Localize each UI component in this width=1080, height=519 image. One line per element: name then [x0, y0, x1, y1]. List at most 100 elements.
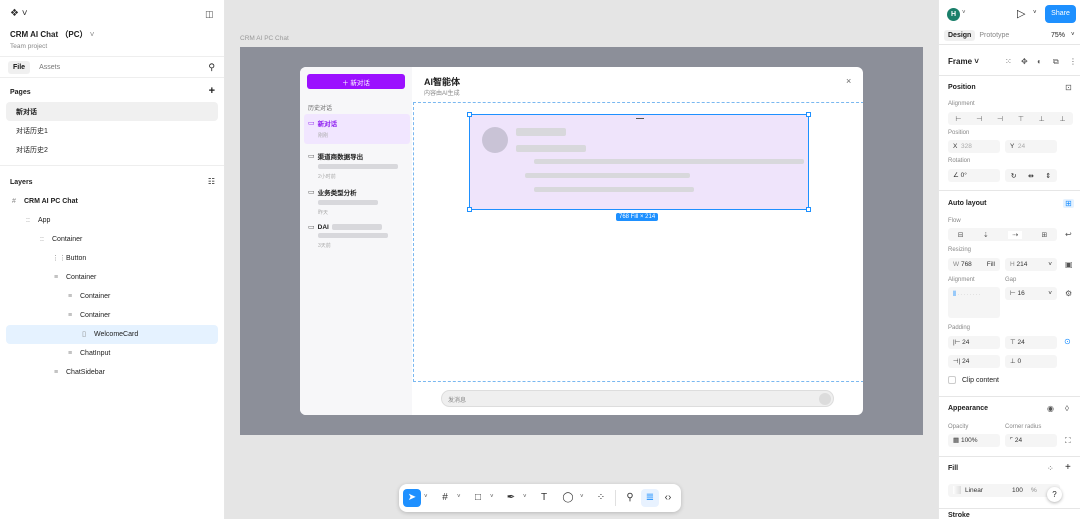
- help-button[interactable]: ?: [1047, 487, 1062, 502]
- resize-handle[interactable]: [467, 207, 472, 212]
- conversation-item[interactable]: ▭ 新对话 刚刚: [304, 114, 410, 144]
- app-frame[interactable]: ＋ 新对话 历史对话 ▭ 新对话 刚刚 ▭ 渠道商数据导出 2小时前 ▭ 业务类型分析…: [240, 47, 923, 435]
- align-left-icon[interactable]: ⊢: [955, 115, 961, 123]
- layers-options-icon[interactable]: ☷: [208, 177, 215, 186]
- rotate-icon[interactable]: ↻: [1011, 172, 1017, 180]
- pen-icon[interactable]: ✒: [502, 489, 520, 507]
- sidebar-toggle-icon[interactable]: ◫: [205, 9, 214, 20]
- tab-file[interactable]: File: [8, 60, 31, 74]
- more-icon[interactable]: ⋮: [1069, 57, 1077, 66]
- alignment-controls[interactable]: ⊢ ⊣ ⊣ ⊤ ⊥ ⊥: [948, 112, 1073, 125]
- checkbox-icon[interactable]: [948, 376, 956, 384]
- file-title[interactable]: CRM AI Chat （PC） ˅: [10, 29, 214, 40]
- padding-left-field[interactable]: |⊢ 24: [948, 336, 1000, 349]
- flip-vertical-icon[interactable]: ⇕: [1045, 172, 1051, 180]
- move-icon[interactable]: ➤: [403, 489, 421, 507]
- chevron-down-icon[interactable]: ˅: [962, 10, 966, 16]
- padding-right-field[interactable]: ⊣| 24: [948, 355, 1000, 368]
- layer-item[interactable]: ≡ Container: [6, 268, 218, 287]
- present-icon[interactable]: ▷: [1017, 7, 1025, 20]
- blend-mode-icon[interactable]: ◊: [1065, 404, 1069, 413]
- actions-icon[interactable]: ⁘: [592, 489, 610, 507]
- flow-controls[interactable]: ⊟ ⇣ ⇢ ⊞: [948, 228, 1057, 241]
- chevron-down-icon[interactable]: ˅: [1071, 32, 1075, 38]
- chevron-down-icon[interactable]: ˅: [490, 494, 494, 500]
- design-icon[interactable]: ≣: [641, 489, 659, 507]
- chevron-down-icon[interactable]: ˅: [580, 494, 584, 500]
- figma-menu-icon[interactable]: ❖ ˅: [10, 8, 214, 19]
- auto-layout-icon[interactable]: ⊞: [1063, 199, 1074, 208]
- fill-swatch[interactable]: [953, 486, 961, 495]
- chevron-down-icon[interactable]: ˅: [424, 494, 428, 500]
- wrap-icon[interactable]: ↩: [1065, 230, 1072, 239]
- resize-handle[interactable]: [806, 207, 811, 212]
- zoom-level[interactable]: 75%: [1051, 32, 1065, 39]
- welcome-card[interactable]: [467, 112, 811, 212]
- flow-vertical-icon[interactable]: ⇣: [983, 231, 989, 239]
- add-page-icon[interactable]: +: [209, 85, 215, 97]
- conversation-item[interactable]: ▭ DAI 3天前: [304, 219, 410, 249]
- styles-icon[interactable]: ⁘: [1047, 464, 1054, 473]
- user-avatar[interactable]: H: [947, 8, 960, 21]
- align-bottom-icon[interactable]: ⊥: [1060, 115, 1066, 123]
- flip-horizontal-icon[interactable]: ⇹: [1028, 172, 1034, 180]
- component-icon[interactable]: ✥: [1021, 57, 1028, 66]
- resize-handle[interactable]: [806, 112, 811, 117]
- boolean-icon[interactable]: ⧉: [1053, 57, 1059, 67]
- alignment-grid[interactable]: ⫴ · · · · · · · ·: [948, 287, 1000, 318]
- frame-icon[interactable]: #: [436, 489, 454, 507]
- chevron-down-icon[interactable]: ˅: [457, 494, 461, 500]
- code-icon[interactable]: ‹›: [659, 489, 677, 507]
- grid-icon[interactable]: ⁙: [1005, 57, 1012, 66]
- tab-design[interactable]: Design: [944, 30, 976, 41]
- opacity-field[interactable]: ▦ 100%: [948, 434, 1000, 447]
- layer-item-selected[interactable]: ▯ WelcomeCard: [6, 325, 218, 344]
- frame-label[interactable]: CRM AI PC Chat: [240, 35, 289, 42]
- corner-radius-field[interactable]: ⌜ 24: [1005, 434, 1057, 447]
- share-button[interactable]: Share: [1045, 5, 1076, 23]
- search-icon[interactable]: ⚲: [208, 62, 215, 73]
- tab-prototype[interactable]: Prototype: [975, 30, 1013, 41]
- flow-freeform-icon[interactable]: ⊟: [958, 231, 964, 239]
- layer-item[interactable]: ⋮⋮ Button: [6, 249, 218, 268]
- text-icon[interactable]: T: [535, 489, 553, 507]
- clip-content-checkbox[interactable]: Clip content: [948, 376, 999, 384]
- padding-individual-icon[interactable]: ⊙: [1064, 337, 1071, 346]
- x-field[interactable]: X 328: [948, 140, 1000, 153]
- height-field[interactable]: H 214 ˅: [1005, 258, 1057, 271]
- padding-top-field[interactable]: ⊤ 24: [1005, 336, 1057, 349]
- eye-icon[interactable]: ◉: [1047, 404, 1054, 413]
- conversation-item[interactable]: ▭ 业务类型分析 昨天: [304, 183, 410, 216]
- dev-mode-icon[interactable]: ⚲: [621, 489, 639, 507]
- layout-settings-icon[interactable]: ⚙: [1065, 289, 1072, 298]
- send-icon[interactable]: [819, 393, 831, 405]
- chevron-down-icon[interactable]: ˅: [523, 494, 527, 500]
- layer-item[interactable]: # CRM AI PC Chat: [6, 192, 218, 211]
- close-icon[interactable]: ×: [846, 76, 851, 86]
- layer-item[interactable]: ≡ Container: [6, 306, 218, 325]
- align-center-icon[interactable]: ⊣: [976, 115, 982, 123]
- comment-icon[interactable]: ◯: [559, 489, 577, 507]
- add-fill-icon[interactable]: +: [1065, 462, 1071, 473]
- page-item[interactable]: 对话历史2: [6, 140, 218, 159]
- align-middle-icon[interactable]: ⊥: [1039, 115, 1045, 123]
- align-top-icon[interactable]: ⊤: [1018, 115, 1024, 123]
- flow-grid-icon[interactable]: ⊞: [1041, 231, 1047, 239]
- layer-item[interactable]: ≡ Container: [6, 287, 218, 306]
- canvas[interactable]: CRM AI PC Chat ＋ 新对话 历史对话 ▭ 新对话 刚刚 ▭ 渠道商数据…: [225, 0, 938, 519]
- chat-dialog[interactable]: ＋ 新对话 历史对话 ▭ 新对话 刚刚 ▭ 渠道商数据导出 2小时前 ▭ 业务类型分析…: [300, 67, 863, 415]
- chat-input[interactable]: 发消息: [441, 390, 834, 407]
- gap-field[interactable]: ⊢ 16 ˅: [1005, 287, 1057, 300]
- rotation-field[interactable]: ∠ 0°: [948, 169, 1000, 182]
- flow-horizontal-icon[interactable]: ⇢: [1008, 230, 1023, 239]
- page-item[interactable]: 新对话: [6, 102, 218, 121]
- chat-sidebar[interactable]: ＋ 新对话 历史对话 ▭ 新对话 刚刚 ▭ 渠道商数据导出 2小时前 ▭ 业务类型分析…: [300, 67, 412, 415]
- y-field[interactable]: Y 24: [1005, 140, 1057, 153]
- fill-row[interactable]: Linear 100%: [948, 484, 1060, 497]
- rectangle-icon[interactable]: □: [469, 489, 487, 507]
- padding-bottom-field[interactable]: ⊥ 0: [1005, 355, 1057, 368]
- conversation-item[interactable]: ▭ 渠道商数据导出 2小时前: [304, 147, 410, 180]
- frame-type[interactable]: Frame ˅: [948, 57, 979, 66]
- chevron-down-icon[interactable]: ˅: [1033, 10, 1037, 16]
- page-item[interactable]: 对话历史1: [6, 121, 218, 140]
